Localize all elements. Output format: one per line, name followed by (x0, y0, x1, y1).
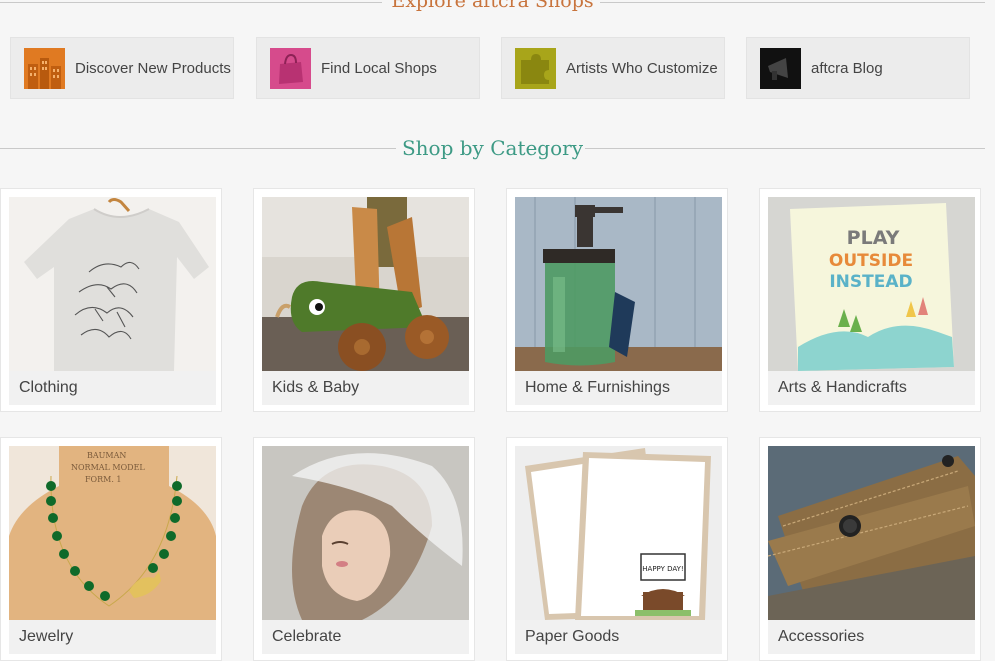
category-card-home-furnishings[interactable]: Home & Furnishings (506, 188, 728, 412)
leather-wallet-image (768, 446, 975, 620)
artists-who-customize-link[interactable]: Artists Who Customize (501, 37, 725, 99)
category-label: Arts & Handicrafts (768, 371, 975, 405)
art-print-image: PLAY OUTSIDE INSTEAD (768, 197, 975, 371)
explore-section-header: Explore aftcra Shops (0, 0, 985, 16)
svg-text:FORM. 1: FORM. 1 (85, 475, 122, 484)
explore-label: Artists Who Customize (566, 60, 718, 77)
category-card-celebrate[interactable]: Celebrate (253, 437, 475, 661)
find-local-shops-link[interactable]: Find Local Shops (256, 37, 480, 99)
category-card-arts-handicrafts[interactable]: PLAY OUTSIDE INSTEAD Arts & Handicrafts (759, 188, 981, 412)
category-card-jewelry[interactable]: BAUMAN NORMAL MODEL FORM. 1 Jewelry (0, 437, 222, 661)
explore-label: Find Local Shops (321, 60, 437, 77)
megaphone-icon (760, 48, 801, 89)
category-label: Celebrate (262, 620, 469, 654)
discover-new-products-link[interactable]: Discover New Products (10, 37, 234, 99)
category-label: Paper Goods (515, 620, 722, 654)
svg-text:BAUMAN: BAUMAN (87, 451, 126, 460)
category-section-header: Shop by Category (0, 133, 985, 163)
explore-label: aftcra Blog (811, 60, 883, 77)
category-label: Clothing (9, 371, 216, 405)
svg-text:NORMAL MODEL: NORMAL MODEL (71, 463, 145, 472)
category-label: Accessories (768, 620, 975, 654)
divider-right (600, 2, 985, 3)
category-card-kids-baby[interactable]: Kids & Baby (253, 188, 475, 412)
category-label: Kids & Baby (262, 371, 469, 405)
category-card-accessories[interactable]: Accessories (759, 437, 981, 661)
puzzle-icon (515, 48, 556, 89)
wooden-toy-image (262, 197, 469, 371)
t-shirt-image (9, 197, 216, 371)
art-print-line1: PLAY (847, 227, 900, 249)
explore-links: Discover New Products Find Local Shops A… (10, 37, 982, 99)
art-print-line3: INSTEAD (829, 272, 912, 292)
art-print-line2: OUTSIDE (829, 251, 913, 271)
bridal-veil-image (262, 446, 469, 620)
category-card-paper-goods[interactable]: HAPPY DAY! Paper Goods (506, 437, 728, 661)
category-label: Jewelry (9, 620, 216, 654)
aftcra-blog-link[interactable]: aftcra Blog (746, 37, 970, 99)
buildings-icon (24, 48, 65, 89)
card-banner-text: HAPPY DAY! (642, 565, 683, 573)
divider-right (585, 148, 985, 149)
category-label: Home & Furnishings (515, 371, 722, 405)
shopping-bag-icon (270, 48, 311, 89)
necklace-image: BAUMAN NORMAL MODEL FORM. 1 (9, 446, 216, 620)
greeting-cards-image: HAPPY DAY! (515, 446, 722, 620)
category-card-clothing[interactable]: Clothing (0, 188, 222, 412)
soap-dispenser-image (515, 197, 722, 371)
explore-label: Discover New Products (75, 60, 231, 77)
